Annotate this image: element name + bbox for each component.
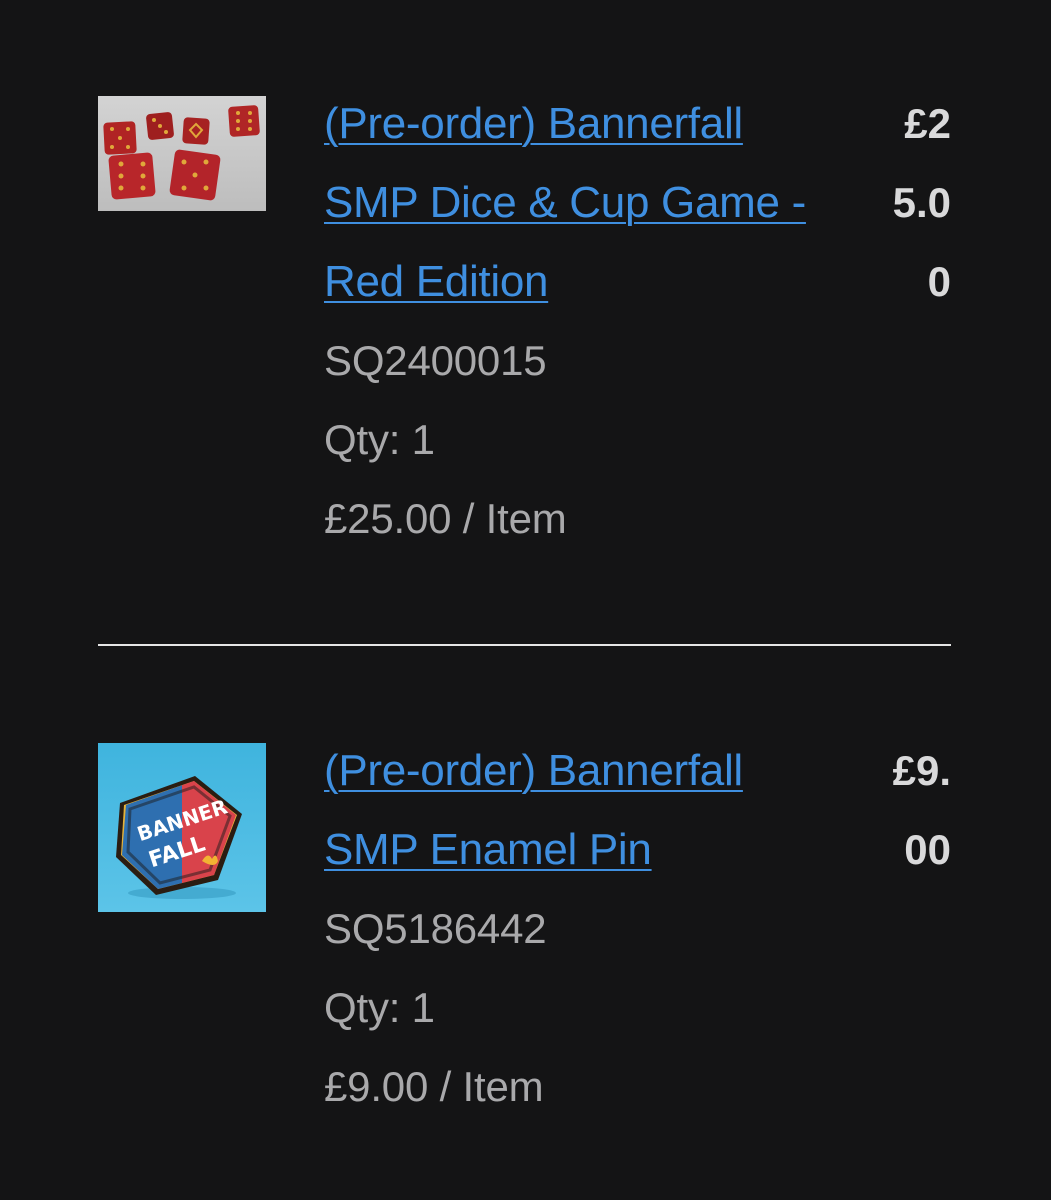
item-quantity: Qty: 1 xyxy=(324,416,435,463)
item-unit-price: £25.00 / Item xyxy=(324,495,567,542)
item-sku: SQ2400015 xyxy=(324,337,547,384)
item-sku: SQ5186442 xyxy=(324,905,547,952)
item-details: (Pre-order) Bannerfall SMP Dice & Cup Ga… xyxy=(324,96,824,558)
product-thumbnail-dice[interactable] xyxy=(98,96,266,211)
item-line-total: £25.00 xyxy=(892,100,951,305)
item-quantity: Qty: 1 xyxy=(324,984,435,1031)
item-line-total: £9.00 xyxy=(892,747,951,873)
item-divider xyxy=(98,644,951,646)
red-dice-image xyxy=(98,96,266,211)
product-title-link[interactable]: (Pre-order) Bannerfall SMP Dice & Cup Ga… xyxy=(324,84,824,321)
bannerfall-shield-pin-image: BANNER FALL xyxy=(98,743,266,912)
product-title-link[interactable]: (Pre-order) Bannerfall SMP Enamel Pin xyxy=(324,731,824,889)
item-details: (Pre-order) Bannerfall SMP Enamel Pin SQ… xyxy=(324,743,824,1126)
product-thumbnail-pin[interactable]: BANNER FALL xyxy=(98,743,266,912)
item-unit-price: £9.00 / Item xyxy=(324,1063,544,1110)
